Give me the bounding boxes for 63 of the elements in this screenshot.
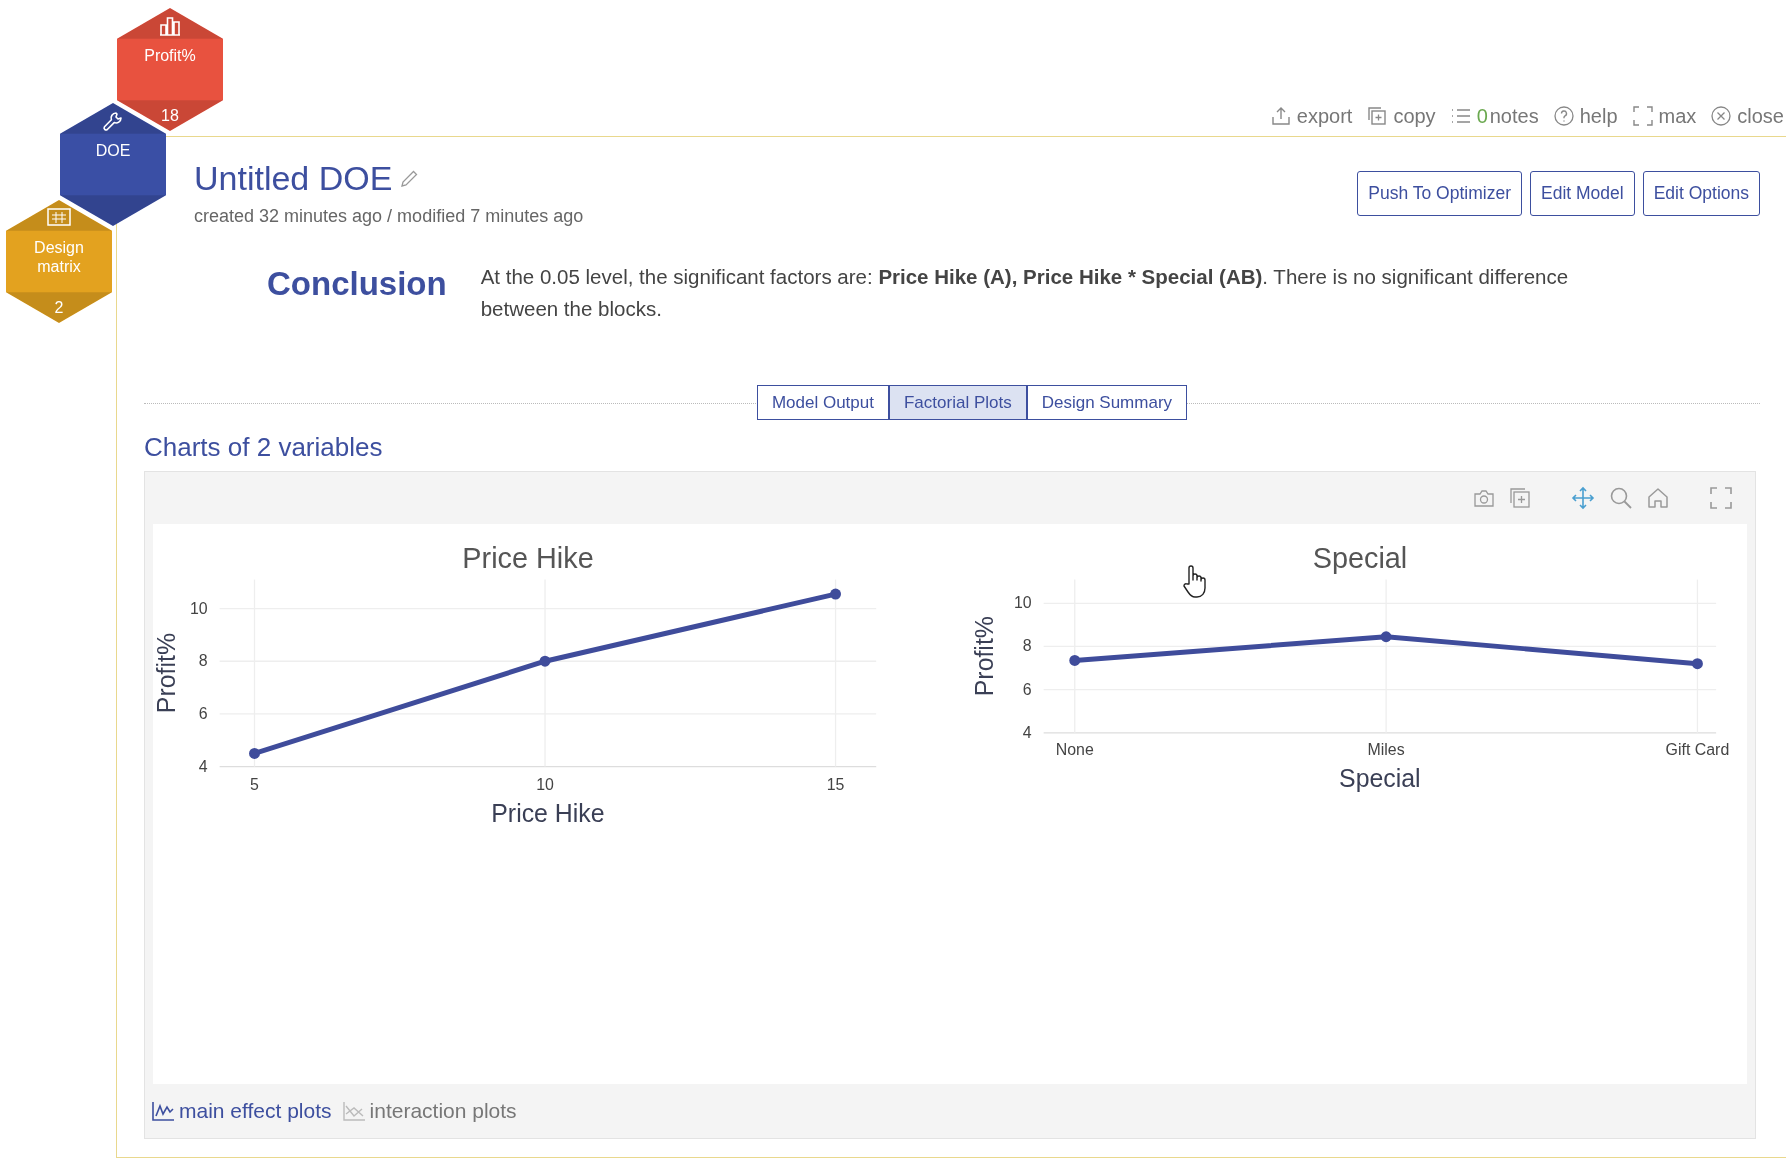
axis-title: Profit% [153,633,180,714]
hex-tile[interactable]: Profit% 18 [117,8,223,131]
tick-label: 4 [198,757,208,775]
fullscreen-icon[interactable] [1709,486,1733,510]
close-button[interactable]: close [1710,104,1784,128]
pan-icon[interactable] [1571,486,1595,510]
copy-icon [1366,105,1389,127]
tick-label: None [1055,740,1094,758]
tick-label: 6 [198,704,208,722]
close-icon [1710,105,1733,127]
wrench-icon [102,111,124,133]
tab[interactable]: Model Output [756,385,889,420]
camera-icon[interactable] [1473,488,1495,508]
add-copy-icon[interactable] [1509,487,1531,509]
timestamp-text: created 32 minutes ago / modified 7 minutes ago [194,206,584,227]
axis-title: Special [1339,764,1421,793]
expand-icon [1631,105,1654,127]
tick-label: Miles [1367,740,1405,758]
chart-title: Price Hike [462,541,594,574]
action-button[interactable]: Push To Optimizer [1357,171,1522,216]
chart-type-link[interactable]: main effect plots [151,1099,332,1123]
tick-label: 4 [1022,723,1032,741]
tick-label: 10 [1014,594,1032,612]
data-point [539,655,551,667]
chart-type-link[interactable]: interaction plots [341,1099,517,1123]
tick-label: 6 [1022,680,1032,698]
tick-label: 5 [250,776,259,794]
tick-label: 8 [198,652,208,670]
export-button[interactable]: export [1269,104,1353,128]
copy-button[interactable]: copy [1366,104,1436,128]
tick-label: 10 [190,599,208,617]
data-point [249,747,260,759]
document-title: Untitled DOE [194,159,393,198]
help-button[interactable]: help [1552,104,1618,128]
zoom-icon[interactable] [1609,486,1633,510]
tab[interactable]: Design Summary [1026,385,1188,420]
conclusion-heading: Conclusion [267,264,447,303]
max-button[interactable]: max [1631,104,1697,128]
home-icon[interactable] [1647,487,1669,509]
action-button[interactable]: Edit Model [1530,171,1635,216]
line-chart-icon [151,1100,175,1122]
data-point [1380,631,1392,643]
data-point [1692,658,1703,670]
tick-label: Gift Card [1665,740,1730,758]
hex-tile[interactable]: Design matrix 2 [6,200,112,323]
tick-label: 15 [826,776,845,794]
conclusion-text: At the 0.05 level, the significant factors are: Price Hike (A), Price Hike * Special (AB). There is no significant difference between the blocks. [480,264,1570,322]
crossing-lines-icon [341,1100,366,1122]
axis-title: Price Hike [491,799,605,828]
chart-title: Special [1312,541,1408,574]
help-icon [1552,105,1575,127]
grid-document-icon [47,208,71,226]
tick-label: 10 [536,776,554,794]
upload-icon [1269,105,1292,127]
tab[interactable]: Factorial Plots [889,385,1027,420]
data-point [1069,655,1081,666]
tick-label: 8 [1022,637,1032,655]
bar-chart-icon [159,16,181,36]
axis-title: Profit% [971,616,998,697]
section-heading: Charts of 2 variables [144,432,384,463]
action-button[interactable]: Edit Options [1642,171,1760,216]
notes-button[interactable]: 0notes [1449,104,1539,128]
data-point [830,588,841,600]
